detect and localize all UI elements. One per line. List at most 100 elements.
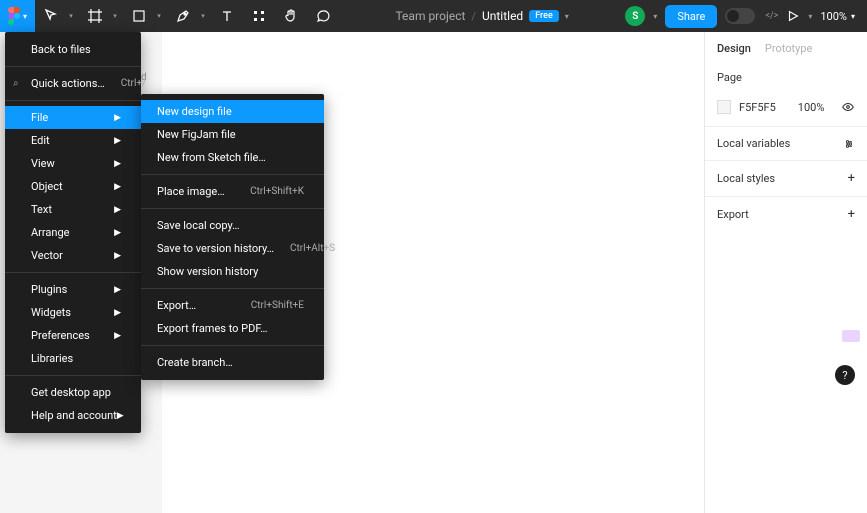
frame-tool-dropdown[interactable]: ▾ xyxy=(111,0,119,32)
submenu-arrow-icon: ▶ xyxy=(114,136,121,146)
menu-text[interactable]: Text▶ xyxy=(5,198,141,221)
move-tool[interactable] xyxy=(35,0,67,32)
submenu-new-from-sketch[interactable]: New from Sketch file… xyxy=(141,146,324,169)
submenu-arrow-icon: ▶ xyxy=(114,228,121,238)
submenu-create-branch[interactable]: Create branch… xyxy=(141,351,324,374)
pen-tool-dropdown[interactable]: ▾ xyxy=(199,0,207,32)
menu-vector[interactable]: Vector▶ xyxy=(5,244,141,267)
export-section[interactable]: Export + xyxy=(705,196,867,232)
help-button[interactable]: ? xyxy=(835,365,855,385)
local-variables-section[interactable]: Local variables xyxy=(705,126,867,160)
plan-badge[interactable]: Free xyxy=(529,10,559,22)
submenu-place-image[interactable]: Place image…Ctrl+Shift+K xyxy=(141,180,324,203)
menu-divider xyxy=(5,272,141,273)
menu-back-to-files[interactable]: Back to files xyxy=(5,38,141,61)
menu-arrange[interactable]: Arrange▶ xyxy=(5,221,141,244)
page-label: Page xyxy=(717,71,742,84)
tab-design[interactable]: Design xyxy=(717,42,751,55)
plus-icon[interactable]: + xyxy=(848,171,855,186)
submenu-export[interactable]: Export…Ctrl+Shift+E xyxy=(141,294,324,317)
submenu-arrow-icon: ▶ xyxy=(114,331,121,341)
pen-tool[interactable] xyxy=(167,0,199,32)
file-submenu: New design file New FigJam file New from… xyxy=(141,94,324,380)
menu-plugins[interactable]: Plugins▶ xyxy=(5,278,141,301)
menu-divider xyxy=(141,345,324,346)
title-chevron-icon[interactable]: ▾ xyxy=(565,12,569,21)
breadcrumb-separator: / xyxy=(471,10,476,23)
menu-preferences[interactable]: Preferences▶ xyxy=(5,324,141,347)
shape-tool-dropdown[interactable]: ▾ xyxy=(155,0,163,32)
submenu-arrow-icon: ▶ xyxy=(114,159,121,169)
shape-tool[interactable] xyxy=(123,0,155,32)
visibility-icon[interactable] xyxy=(841,100,855,114)
menu-help-account[interactable]: Help and account▶ xyxy=(5,404,141,427)
menu-edit[interactable]: Edit▶ xyxy=(5,129,141,152)
submenu-new-figjam-file[interactable]: New FigJam file xyxy=(141,123,324,146)
menu-widgets[interactable]: Widgets▶ xyxy=(5,301,141,324)
local-styles-label: Local styles xyxy=(717,172,775,185)
dev-mode-icon: </> xyxy=(765,11,778,21)
dev-mode-toggle[interactable] xyxy=(725,8,755,24)
export-label: Export xyxy=(717,208,749,221)
menu-view[interactable]: View▶ xyxy=(5,152,141,175)
menu-divider xyxy=(141,208,324,209)
figma-logo-icon xyxy=(8,7,20,25)
submenu-arrow-icon: ▶ xyxy=(114,182,121,192)
user-avatar[interactable]: S xyxy=(625,6,645,26)
submenu-arrow-icon: ▶ xyxy=(114,285,121,295)
tab-prototype[interactable]: Prototype xyxy=(765,42,812,55)
submenu-arrow-icon: ▶ xyxy=(114,251,121,261)
breadcrumb-team[interactable]: Team project xyxy=(395,9,465,23)
right-panel: Design Prototype Page F5F5F5 100% Local … xyxy=(704,32,867,513)
background-row[interactable]: F5F5F5 100% xyxy=(705,94,867,126)
plus-icon[interactable]: + xyxy=(848,207,855,222)
toolbar-center: Team project / Untitled Free ▾ xyxy=(339,9,625,23)
hand-tool[interactable] xyxy=(275,0,307,32)
zoom-value: 100% xyxy=(820,10,847,23)
menu-file[interactable]: File▶ xyxy=(5,106,141,129)
submenu-export-pdf[interactable]: Export frames to PDF… xyxy=(141,317,324,340)
present-chevron-icon[interactable]: ▾ xyxy=(808,12,812,21)
local-styles-section[interactable]: Local styles + xyxy=(705,160,867,196)
submenu-arrow-icon: ▶ xyxy=(117,411,124,421)
move-tool-dropdown[interactable]: ▾ xyxy=(67,0,75,32)
local-variables-label: Local variables xyxy=(717,137,790,150)
submenu-save-local[interactable]: Save local copy… xyxy=(141,214,324,237)
menu-object[interactable]: Object▶ xyxy=(5,175,141,198)
menu-libraries[interactable]: Libraries xyxy=(5,347,141,370)
menu-get-desktop[interactable]: Get desktop app xyxy=(5,381,141,404)
menu-quick-actions[interactable]: ⌕ Quick actions…Ctrl+/ xyxy=(5,72,141,95)
settings-icon[interactable] xyxy=(843,138,855,150)
text-tool[interactable] xyxy=(211,0,243,32)
page-section-header: Page xyxy=(705,61,867,94)
avatar-chevron-icon[interactable]: ▾ xyxy=(653,12,657,21)
submenu-arrow-icon: ▶ xyxy=(114,308,121,318)
zoom-control[interactable]: 100%▾ xyxy=(820,10,855,23)
submenu-new-design-file[interactable]: New design file xyxy=(141,100,324,123)
panel-tabs: Design Prototype xyxy=(705,32,867,61)
submenu-arrow-icon: ▶ xyxy=(114,113,121,123)
menu-divider xyxy=(141,288,324,289)
menu-divider xyxy=(5,375,141,376)
background-hex[interactable]: F5F5F5 xyxy=(739,101,776,114)
top-toolbar: ▾ ▾ ▾ ▾ ▾ Team project / Untitled Free ▾… xyxy=(0,0,867,32)
frame-tool[interactable] xyxy=(79,0,111,32)
present-icon[interactable] xyxy=(786,9,800,23)
share-button[interactable]: Share xyxy=(665,5,717,28)
background-opacity[interactable]: 100% xyxy=(798,101,825,114)
comment-tool[interactable] xyxy=(307,0,339,32)
toolbar-left: ▾ ▾ ▾ ▾ ▾ xyxy=(0,0,339,32)
menu-divider xyxy=(5,66,141,67)
main-menu-dropdown: Back to files ⌕ Quick actions…Ctrl+/ Fil… xyxy=(5,32,141,433)
menu-divider xyxy=(141,174,324,175)
menu-divider xyxy=(5,100,141,101)
submenu-show-version-history[interactable]: Show version history xyxy=(141,260,324,283)
search-icon: ⌕ xyxy=(13,78,19,89)
submenu-arrow-icon: ▶ xyxy=(114,205,121,215)
decorative-thumbnail xyxy=(842,330,860,342)
resources-tool[interactable] xyxy=(243,0,275,32)
submenu-save-version-history[interactable]: Save to version history…Ctrl+Alt+S xyxy=(141,237,324,260)
background-swatch[interactable] xyxy=(717,100,731,114)
figma-menu-button[interactable]: ▾ xyxy=(0,0,35,32)
file-title[interactable]: Untitled xyxy=(482,9,523,23)
